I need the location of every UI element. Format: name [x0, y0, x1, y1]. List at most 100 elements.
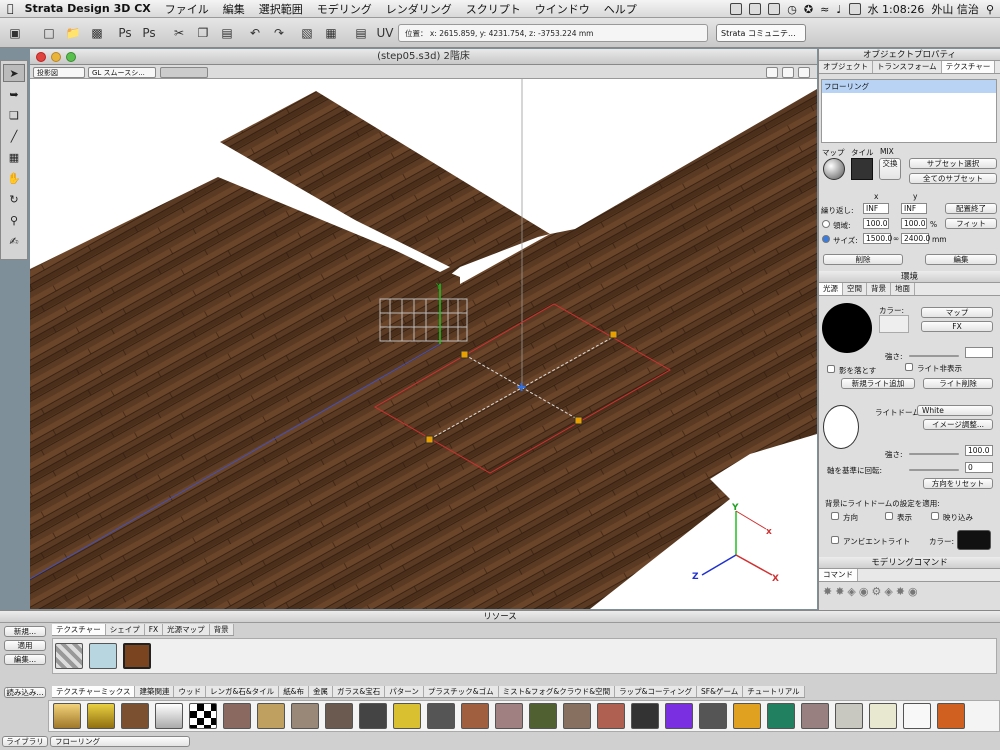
reset-direction-button[interactable]: 方向をリセット — [923, 478, 993, 489]
uv-icon[interactable]: UV — [376, 24, 394, 42]
res-tab-texture[interactable]: テクスチャー — [52, 624, 106, 635]
screen-capture-icon[interactable]: ▣ — [6, 24, 24, 42]
load-button[interactable]: 読み込み... — [4, 687, 46, 698]
lib-tab-tutorial[interactable]: チュートリアル — [743, 686, 805, 697]
swap-button[interactable]: 交換 — [879, 158, 901, 180]
swatch-light-gray[interactable] — [835, 703, 863, 729]
res-tab-fx[interactable]: FX — [145, 624, 164, 635]
wifi-icon[interactable]: ≈ — [820, 3, 829, 16]
add-light-button[interactable]: 新規ライト追加 — [841, 378, 915, 389]
texture-tile-flooring[interactable] — [123, 643, 151, 669]
area-radio[interactable] — [822, 220, 830, 228]
menu-window[interactable]: ウインドウ — [528, 1, 597, 17]
swatch-granite[interactable] — [801, 703, 829, 729]
eyedropper-icon[interactable]: ✍ — [3, 232, 25, 250]
spotlight-icon[interactable]: ⚲ — [986, 3, 994, 16]
swatch-orange[interactable] — [733, 703, 761, 729]
app-menu[interactable]: Strata Design 3D CX — [21, 2, 158, 15]
zoom-icon[interactable]: ⚲ — [3, 211, 25, 229]
swatch-malachite[interactable] — [767, 703, 795, 729]
grid-toggle-icon[interactable] — [766, 67, 778, 78]
swatch-diamond-plate[interactable] — [427, 703, 455, 729]
menu-rendering[interactable]: レンダリング — [379, 1, 459, 17]
line-tool-icon[interactable]: ╱ — [3, 127, 25, 145]
menu-modeling[interactable]: モデリング — [310, 1, 379, 17]
swatch-checker[interactable] — [189, 703, 217, 729]
edit-button[interactable]: 編集 — [925, 254, 997, 265]
subset-select[interactable]: サブセット選択 — [909, 158, 997, 169]
open-folder-icon[interactable]: 📁 — [64, 24, 82, 42]
subselect-arrow-icon[interactable]: ➥ — [3, 85, 25, 103]
save-icon[interactable]: ▩ — [88, 24, 106, 42]
lib-tab-wood[interactable]: ウッド — [174, 686, 206, 697]
link-icon[interactable]: ∞ — [893, 234, 899, 243]
fit-button[interactable]: フィット — [945, 218, 997, 229]
scene-icon[interactable]: ▧ — [298, 24, 316, 42]
delete-light-button[interactable]: ライト削除 — [923, 378, 993, 389]
handle-top[interactable] — [460, 350, 469, 359]
swatch-moss[interactable] — [529, 703, 557, 729]
texture-tile-glass[interactable] — [89, 643, 117, 669]
rotate-slider[interactable] — [909, 469, 959, 471]
size-x-field[interactable]: 1500.0 — [863, 233, 892, 244]
photoshop-import-icon[interactable]: Ps — [140, 24, 158, 42]
res-tab-background[interactable]: 背景 — [210, 624, 234, 635]
lightdome-select[interactable]: White — [917, 405, 993, 416]
texture-tile-gray[interactable] — [55, 643, 83, 669]
lib-tab-glass[interactable]: ガラス&宝石 — [333, 686, 386, 697]
handle-left[interactable] — [425, 435, 434, 444]
redo-icon[interactable]: ↷ — [270, 24, 288, 42]
swatch-brick[interactable] — [597, 703, 625, 729]
tab-space[interactable]: 空間 — [843, 283, 867, 295]
swatch-cobble[interactable] — [325, 703, 353, 729]
undo-icon[interactable]: ↶ — [246, 24, 264, 42]
tab-texture[interactable]: テクスチャー — [941, 61, 996, 73]
swatch-white[interactable] — [903, 703, 931, 729]
swatch-carbon[interactable] — [699, 703, 727, 729]
map-sphere-icon[interactable] — [823, 158, 845, 180]
lib-tab-architecture[interactable]: 建築関連 — [135, 686, 175, 697]
bg-direction-checkbox[interactable] — [831, 512, 839, 520]
apply-resource-button[interactable]: 適用 — [4, 640, 46, 651]
swatch-stone[interactable] — [291, 703, 319, 729]
lib-tab-wrap[interactable]: ラップ&コーティング — [615, 686, 698, 697]
swatch-rock[interactable] — [121, 703, 149, 729]
swatch-terracotta[interactable] — [461, 703, 489, 729]
image-adjust-button[interactable]: イメージ調整... — [923, 419, 993, 430]
edit-resource-button[interactable]: 編集... — [4, 654, 46, 665]
menu-selection[interactable]: 選択範囲 — [252, 1, 310, 17]
display-icon[interactable] — [768, 3, 781, 15]
size-radio[interactable] — [822, 235, 830, 243]
tab-background[interactable]: 背景 — [867, 283, 891, 295]
library-select[interactable]: フローリング — [50, 736, 190, 747]
select-arrow-icon[interactable]: ➤ — [3, 64, 25, 82]
swatch-dark-metal[interactable] — [359, 703, 387, 729]
strength-field[interactable] — [965, 347, 993, 358]
bluetooth-icon[interactable]: ✪ — [804, 3, 813, 16]
swatch-purple[interactable] — [665, 703, 693, 729]
bg-reflect-checkbox[interactable] — [931, 512, 939, 520]
lib-tab-sf[interactable]: SF&ゲーム — [697, 686, 744, 697]
new-document-icon[interactable]: □ — [40, 24, 58, 42]
user-name[interactable]: 外山 信治 — [931, 1, 979, 17]
layout-single-icon[interactable] — [782, 67, 794, 78]
swatch-pink-tile[interactable] — [495, 703, 523, 729]
lib-tab-metal[interactable]: 金属 — [309, 686, 334, 697]
repeat-x-field[interactable]: INF — [863, 203, 889, 214]
copy-icon[interactable]: ❐ — [194, 24, 212, 42]
cast-shadow-checkbox[interactable] — [827, 365, 835, 373]
modeling-command-icons[interactable]: ✸✸◈◉⚙◈✸◉ — [823, 585, 921, 598]
tab-ground[interactable]: 地面 — [891, 283, 915, 295]
fx-select[interactable]: FX — [921, 321, 993, 332]
lib-tab-plastic[interactable]: プラスチック&ゴム — [424, 686, 499, 697]
strength-slider[interactable] — [909, 355, 959, 357]
swatch-mesh[interactable] — [631, 703, 659, 729]
acrobat-icon[interactable] — [749, 3, 762, 15]
render-mode-select[interactable]: GL スムースシ... — [88, 67, 156, 78]
texture-list[interactable]: フローリング — [821, 79, 997, 143]
zoom-window-icon[interactable] — [66, 52, 76, 62]
layout-quad-icon[interactable] — [798, 67, 810, 78]
minimize-window-icon[interactable] — [51, 52, 61, 62]
swatch-yellow[interactable] — [393, 703, 421, 729]
tile-icon[interactable] — [851, 158, 873, 180]
